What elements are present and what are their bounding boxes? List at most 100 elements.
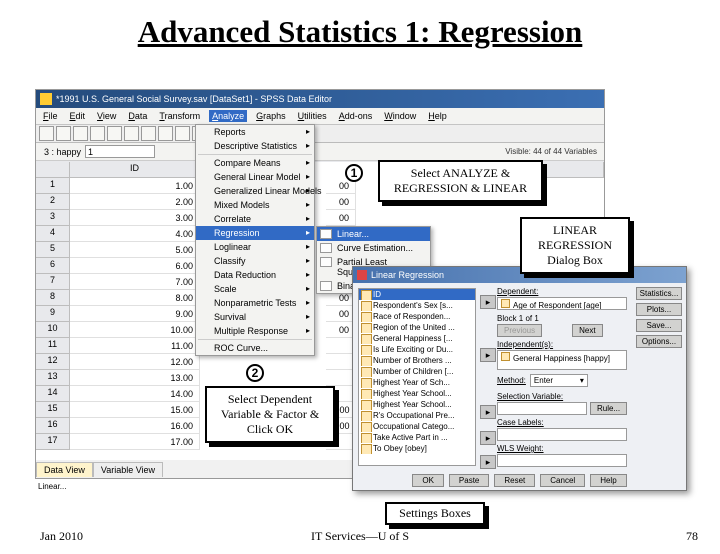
variable-list[interactable]: IDRespondent's Sex [s...Race of Responde… — [358, 288, 476, 466]
paste-button[interactable]: Paste — [449, 474, 489, 487]
menu-file[interactable]: File — [40, 110, 61, 122]
data-cell[interactable]: 13.00 — [70, 370, 200, 386]
move-to-caselabels-button[interactable]: ▸ — [480, 431, 496, 445]
save-button[interactable]: Save... — [636, 319, 682, 332]
variable-item[interactable]: Number of Children [... — [359, 366, 475, 377]
data-cell[interactable]: 12.00 — [70, 354, 200, 370]
variable-item[interactable]: Highest Year School... — [359, 388, 475, 399]
row-header[interactable]: 6 — [36, 258, 70, 274]
row-header[interactable]: 5 — [36, 242, 70, 258]
menu-analyze[interactable]: Analyze — [209, 110, 247, 122]
menu-addons[interactable]: Add-ons — [336, 110, 376, 122]
plots-button[interactable]: Plots... — [636, 303, 682, 316]
analyze-item[interactable]: Nonparametric Tests — [196, 296, 314, 310]
independent-list[interactable]: General Happiness [happy] — [497, 350, 627, 370]
ok-button[interactable]: OK — [412, 474, 444, 487]
statistics-button[interactable]: Statistics... — [636, 287, 682, 300]
data-cell[interactable]: 10.00 — [70, 322, 200, 338]
row-header[interactable]: 11 — [36, 338, 70, 354]
analyze-item[interactable]: Descriptive Statistics — [196, 139, 314, 153]
row-header[interactable]: 1 — [36, 178, 70, 194]
wls-weight-field[interactable] — [497, 454, 627, 467]
toolbar-undo-icon[interactable] — [107, 126, 122, 141]
data-cell[interactable]: 15.00 — [70, 402, 200, 418]
variable-item[interactable]: Occupational Catego... — [359, 421, 475, 432]
menu-graphs[interactable]: Graphs — [253, 110, 289, 122]
data-cell[interactable]: 2.00 — [70, 194, 200, 210]
menu-transform[interactable]: Transform — [156, 110, 203, 122]
menu-data[interactable]: Data — [125, 110, 150, 122]
toolbar-open-icon[interactable] — [39, 126, 54, 141]
menu-view[interactable]: View — [94, 110, 119, 122]
tab-variable-view[interactable]: Variable View — [93, 462, 163, 477]
analyze-item[interactable]: Data Reduction — [196, 268, 314, 282]
data-cell[interactable]: 11.00 — [70, 338, 200, 354]
row-header[interactable]: 9 — [36, 306, 70, 322]
dependent-field[interactable]: Age of Respondent [age] — [497, 297, 627, 310]
data-cell[interactable]: 1.00 — [70, 178, 200, 194]
variable-item[interactable]: R's Occupational Pre... — [359, 410, 475, 421]
menu-edit[interactable]: Edit — [67, 110, 89, 122]
analyze-item[interactable]: Classify — [196, 254, 314, 268]
data-cell[interactable]: 6.00 — [70, 258, 200, 274]
variable-item[interactable]: Race of Responden... — [359, 311, 475, 322]
toolbar-print-icon[interactable] — [73, 126, 88, 141]
toolbar-goto-icon[interactable] — [141, 126, 156, 141]
menu-window[interactable]: Window — [381, 110, 419, 122]
row-header[interactable]: 17 — [36, 434, 70, 450]
data-cell[interactable]: 00 — [326, 194, 356, 210]
spss-menubar[interactable]: File Edit View Data Transform Analyze Gr… — [36, 108, 604, 125]
data-cell[interactable]: 16.00 — [70, 418, 200, 434]
analyze-item[interactable]: Compare Means — [196, 156, 314, 170]
row-header[interactable]: 10 — [36, 322, 70, 338]
data-cell[interactable]: 8.00 — [70, 290, 200, 306]
cancel-button[interactable]: Cancel — [540, 474, 585, 487]
toolbar-redo-icon[interactable] — [124, 126, 139, 141]
col-header-id[interactable]: ID — [70, 162, 200, 178]
rule-button[interactable]: Rule... — [590, 402, 627, 415]
regression-item[interactable]: Curve Estimation... — [317, 241, 430, 255]
analyze-item[interactable]: Generalized Linear Models — [196, 184, 314, 198]
move-to-wls-button[interactable]: ▸ — [480, 455, 496, 469]
reset-button[interactable]: Reset — [494, 474, 535, 487]
data-cell[interactable]: 4.00 — [70, 226, 200, 242]
analyze-item[interactable]: Scale — [196, 282, 314, 296]
previous-button[interactable]: Previous — [497, 324, 542, 337]
data-cell[interactable]: 3.00 — [70, 210, 200, 226]
variable-item[interactable]: To Obey [obey] — [359, 443, 475, 454]
analyze-item[interactable]: Loglinear — [196, 240, 314, 254]
analyze-item[interactable]: Reports — [196, 125, 314, 139]
spss-toolbar[interactable] — [36, 125, 604, 143]
analyze-item[interactable]: General Linear Model — [196, 170, 314, 184]
row-header[interactable]: 15 — [36, 402, 70, 418]
cell-value-input[interactable] — [85, 145, 155, 158]
data-cell[interactable]: 5.00 — [70, 242, 200, 258]
data-cell[interactable]: 00 — [326, 210, 356, 226]
menu-utilities[interactable]: Utilities — [295, 110, 330, 122]
method-dropdown[interactable]: Enter▾ — [530, 374, 588, 387]
toolbar-find-icon[interactable] — [158, 126, 173, 141]
variable-item[interactable]: ID — [359, 289, 475, 300]
variable-item[interactable]: Take Active Part in ... — [359, 432, 475, 443]
data-cell[interactable]: 9.00 — [70, 306, 200, 322]
analyze-item[interactable]: Survival — [196, 310, 314, 324]
regression-item[interactable]: Linear... — [317, 227, 430, 241]
variable-item[interactable]: General Happiness [... — [359, 333, 475, 344]
next-button[interactable]: Next — [572, 324, 602, 337]
variable-item[interactable]: Highest Year School... — [359, 399, 475, 410]
selection-var-field[interactable] — [497, 402, 587, 415]
tab-data-view[interactable]: Data View — [36, 462, 93, 477]
row-header[interactable]: 4 — [36, 226, 70, 242]
analyze-item[interactable]: Multiple Response — [196, 324, 314, 338]
row-header[interactable]: 13 — [36, 370, 70, 386]
menu-help[interactable]: Help — [425, 110, 450, 122]
move-to-independent-button[interactable]: ▸ — [480, 348, 496, 362]
move-to-selection-button[interactable]: ▸ — [480, 405, 496, 419]
data-cell[interactable]: 7.00 — [70, 274, 200, 290]
analyze-dropdown-menu[interactable]: ReportsDescriptive Statistics Compare Mea… — [195, 124, 315, 356]
toolbar-save-icon[interactable] — [56, 126, 71, 141]
row-header[interactable]: 12 — [36, 354, 70, 370]
analyze-item[interactable]: Regression — [196, 226, 314, 240]
row-header[interactable]: 16 — [36, 418, 70, 434]
options-button[interactable]: Options... — [636, 335, 682, 348]
